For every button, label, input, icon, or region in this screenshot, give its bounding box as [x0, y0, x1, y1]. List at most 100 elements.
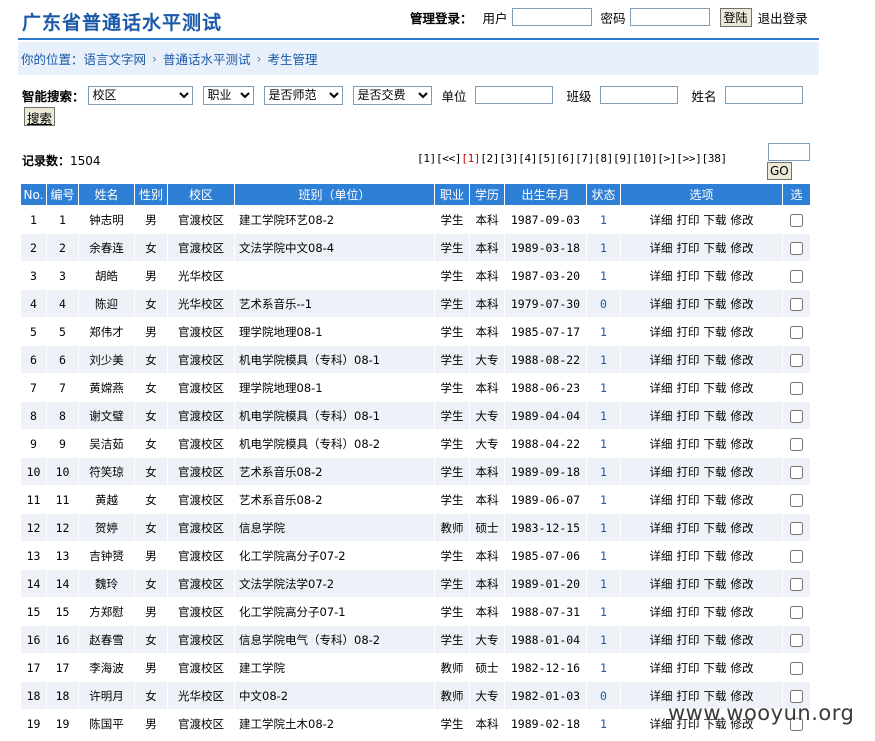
- detail-link[interactable]: 详细: [650, 661, 673, 675]
- row-select-checkbox[interactable]: [790, 269, 803, 283]
- pager-link[interactable]: [7]: [575, 152, 594, 165]
- download-link[interactable]: 下载: [704, 353, 727, 367]
- edit-link[interactable]: 修改: [731, 493, 754, 507]
- download-link[interactable]: 下载: [704, 661, 727, 675]
- detail-link[interactable]: 详细: [650, 353, 673, 367]
- download-link[interactable]: 下载: [704, 549, 727, 563]
- print-link[interactable]: 打印: [677, 437, 700, 451]
- download-link[interactable]: 下载: [704, 493, 727, 507]
- download-link[interactable]: 下载: [704, 465, 727, 479]
- download-link[interactable]: 下载: [704, 437, 727, 451]
- is-normal-select[interactable]: 是否师范: [263, 85, 343, 105]
- row-select-checkbox[interactable]: [790, 493, 803, 507]
- edit-link[interactable]: 修改: [731, 297, 754, 311]
- print-link[interactable]: 打印: [677, 465, 700, 479]
- edit-link[interactable]: 修改: [731, 409, 754, 423]
- row-select-checkbox[interactable]: [790, 353, 803, 367]
- detail-link[interactable]: 详细: [650, 213, 673, 227]
- is-paid-select[interactable]: 是否交费: [352, 85, 432, 105]
- row-select-checkbox[interactable]: [790, 605, 803, 619]
- edit-link[interactable]: 修改: [731, 325, 754, 339]
- pager-link[interactable]: [5]: [537, 152, 556, 165]
- download-link[interactable]: 下载: [704, 269, 727, 283]
- print-link[interactable]: 打印: [677, 325, 700, 339]
- print-link[interactable]: 打印: [677, 661, 700, 675]
- pager-link[interactable]: [>>]: [676, 152, 702, 165]
- row-select-checkbox[interactable]: [790, 381, 803, 395]
- detail-link[interactable]: 详细: [650, 493, 673, 507]
- row-select-checkbox[interactable]: [790, 549, 803, 563]
- page-number-input[interactable]: [768, 143, 810, 161]
- download-link[interactable]: 下载: [704, 521, 727, 535]
- edit-link[interactable]: 修改: [731, 633, 754, 647]
- password-input[interactable]: [629, 8, 710, 26]
- edit-link[interactable]: 修改: [731, 241, 754, 255]
- logout-link[interactable]: 退出登录: [758, 8, 808, 27]
- login-button[interactable]: 登陆: [719, 7, 752, 27]
- detail-link[interactable]: 详细: [650, 437, 673, 451]
- edit-link[interactable]: 修改: [731, 437, 754, 451]
- edit-link[interactable]: 修改: [731, 213, 754, 227]
- download-link[interactable]: 下载: [704, 241, 727, 255]
- print-link[interactable]: 打印: [677, 521, 700, 535]
- pager-link[interactable]: [38]: [702, 152, 728, 165]
- row-select-checkbox[interactable]: [790, 325, 803, 339]
- edit-link[interactable]: 修改: [731, 577, 754, 591]
- edit-link[interactable]: 修改: [731, 521, 754, 535]
- detail-link[interactable]: 详细: [650, 521, 673, 535]
- detail-link[interactable]: 详细: [650, 549, 673, 563]
- row-select-checkbox[interactable]: [790, 409, 803, 423]
- download-link[interactable]: 下载: [704, 577, 727, 591]
- detail-link[interactable]: 详细: [650, 241, 673, 255]
- detail-link[interactable]: 详细: [650, 409, 673, 423]
- pager-link[interactable]: [1]: [461, 152, 480, 165]
- print-link[interactable]: 打印: [677, 549, 700, 563]
- edit-link[interactable]: 修改: [731, 465, 754, 479]
- pager-link[interactable]: [3]: [499, 152, 518, 165]
- username-input[interactable]: [511, 8, 592, 26]
- detail-link[interactable]: 详细: [650, 381, 673, 395]
- breadcrumb-item-home[interactable]: 语言文字网: [84, 49, 147, 68]
- download-link[interactable]: 下载: [704, 605, 727, 619]
- breadcrumb-item-putonghua-test[interactable]: 普通话水平测试: [163, 49, 251, 68]
- detail-link[interactable]: 详细: [650, 269, 673, 283]
- print-link[interactable]: 打印: [677, 633, 700, 647]
- print-link[interactable]: 打印: [677, 409, 700, 423]
- campus-select[interactable]: 校区: [87, 85, 193, 105]
- row-select-checkbox[interactable]: [790, 661, 803, 675]
- download-link[interactable]: 下载: [704, 633, 727, 647]
- detail-link[interactable]: 详细: [650, 297, 673, 311]
- pager-link[interactable]: [8]: [594, 152, 613, 165]
- print-link[interactable]: 打印: [677, 577, 700, 591]
- pager-link[interactable]: [>]: [657, 152, 676, 165]
- download-link[interactable]: 下载: [704, 213, 727, 227]
- detail-link[interactable]: 详细: [650, 605, 673, 619]
- edit-link[interactable]: 修改: [731, 381, 754, 395]
- class-input[interactable]: [599, 86, 678, 104]
- download-link[interactable]: 下载: [704, 325, 727, 339]
- row-select-checkbox[interactable]: [790, 297, 803, 311]
- print-link[interactable]: 打印: [677, 353, 700, 367]
- breadcrumb-item-candidate-management[interactable]: 考生管理: [268, 49, 318, 68]
- row-select-checkbox[interactable]: [790, 213, 803, 227]
- detail-link[interactable]: 详细: [650, 325, 673, 339]
- search-button[interactable]: 搜索: [24, 107, 56, 126]
- print-link[interactable]: 打印: [677, 297, 700, 311]
- go-button[interactable]: GO: [767, 162, 792, 180]
- detail-link[interactable]: 详细: [650, 577, 673, 591]
- pager-link[interactable]: [4]: [518, 152, 537, 165]
- pager-link[interactable]: [2]: [480, 152, 499, 165]
- edit-link[interactable]: 修改: [731, 549, 754, 563]
- pager-link[interactable]: [<<]: [436, 152, 462, 165]
- name-input[interactable]: [724, 86, 803, 104]
- pager-link[interactable]: [10]: [632, 152, 658, 165]
- print-link[interactable]: 打印: [677, 269, 700, 283]
- edit-link[interactable]: 修改: [731, 269, 754, 283]
- download-link[interactable]: 下载: [704, 297, 727, 311]
- print-link[interactable]: 打印: [677, 213, 700, 227]
- print-link[interactable]: 打印: [677, 605, 700, 619]
- pager-link[interactable]: [9]: [613, 152, 632, 165]
- download-link[interactable]: 下载: [704, 381, 727, 395]
- row-select-checkbox[interactable]: [790, 633, 803, 647]
- pager-link[interactable]: [6]: [556, 152, 575, 165]
